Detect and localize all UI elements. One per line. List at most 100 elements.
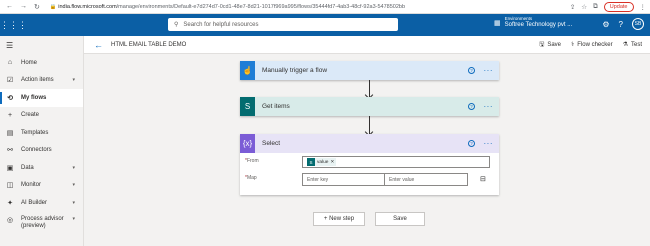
test-command[interactable]: ⚗ Test (623, 40, 642, 50)
nav-label: AI Builder (21, 199, 48, 206)
my-flows-icon: ⟲ (7, 94, 13, 102)
back-icon[interactable]: ← (6, 3, 13, 11)
map-value-input[interactable]: Enter value (385, 173, 468, 186)
url-path: /manage/environments/Default-e7d274d7-0c… (116, 3, 406, 10)
sharepoint-token-icon: S (307, 158, 315, 166)
header-icons: ⚙ ? SB (602, 18, 644, 30)
ai-builder-icon: ✦ (7, 199, 13, 207)
step-card-select[interactable]: {x} Select ? ··· * From S value ✕ * Map … (240, 134, 499, 195)
map-label-row: * Map (245, 175, 257, 181)
nav-label: Process advisor (preview) (21, 215, 64, 229)
help-icon[interactable]: ? (468, 67, 475, 74)
nav-item-action-items[interactable]: ☑ Action items ▾ (0, 72, 83, 90)
chevron-down-icon: ▾ (72, 199, 75, 206)
save-button[interactable]: Save (375, 212, 425, 226)
from-label: From (246, 158, 259, 164)
browser-nav: ← → ↻ (6, 3, 40, 11)
flow-checker-command[interactable]: ⚕ Flow checker (571, 40, 613, 50)
new-step-button[interactable]: + New step (313, 212, 365, 226)
star-icon[interactable]: ☆ (581, 3, 587, 11)
help-icon[interactable]: ? (468, 140, 475, 147)
back-arrow-icon[interactable]: ← (94, 40, 103, 50)
more-options-icon[interactable]: ··· (484, 139, 494, 148)
environment-picker[interactable]: ▦ Environments Softree Technology pvt ..… (494, 16, 572, 29)
hamburger-icon[interactable]: ☰ (0, 36, 83, 54)
save-icon: 🖫 (539, 41, 545, 48)
app-launcher-icon[interactable]: ⋮⋮⋮ (0, 20, 27, 31)
touch-trigger-icon: ☝ (240, 61, 255, 80)
step-title: Manually trigger a flow (262, 67, 328, 74)
search-placeholder: Search for helpful resources (183, 21, 259, 28)
help-icon[interactable]: ? (619, 20, 623, 29)
data-operation-icon: {x} (240, 134, 255, 153)
switch-map-mode-icon[interactable]: ⊟ (480, 175, 486, 183)
dynamic-content-token[interactable]: S value ✕ (307, 158, 337, 166)
browser-actions: ⇪ ☆ ⧉ Update ⋮ (570, 1, 647, 12)
step-header[interactable]: ☝ Manually trigger a flow ? ··· (240, 61, 499, 80)
avatar[interactable]: SB (632, 18, 644, 30)
step-card-trigger[interactable]: ☝ Manually trigger a flow ? ··· (240, 61, 499, 80)
nav-label: My flows (21, 94, 47, 101)
chevron-down-icon: ▾ (72, 77, 75, 84)
command-actions: 🖫 Save ⚕ Flow checker ⚗ Test (539, 40, 642, 50)
help-icon[interactable]: ? (468, 103, 475, 110)
flow-title: HTML EMAIL TABLE DEMO (111, 41, 187, 48)
connectors-icon: ⚯ (7, 147, 13, 155)
nav-item-templates[interactable]: ▤ Templates (0, 124, 83, 142)
more-options-icon[interactable]: ··· (484, 102, 494, 111)
plus-icon: + (7, 111, 13, 119)
share-icon[interactable]: ⇪ (570, 3, 575, 11)
app-header: ⋮⋮⋮ ⚲ Search for helpful resources ▦ Env… (0, 14, 650, 36)
map-key-input[interactable]: Enter key (302, 173, 385, 186)
templates-icon: ▤ (6, 129, 14, 137)
more-options-icon[interactable]: ··· (484, 66, 494, 75)
browser-menu-icon[interactable]: ⋮ (640, 3, 647, 11)
nav-label: Templates (21, 129, 49, 136)
chevron-down-icon: ▾ (72, 164, 75, 171)
command-bar: ← HTML EMAIL TABLE DEMO 🖫 Save ⚕ Flow ch… (84, 36, 650, 54)
nav-label: Home (21, 59, 38, 66)
nav-item-connectors[interactable]: ⚯ Connectors (0, 142, 83, 160)
forward-icon[interactable]: → (20, 3, 27, 11)
step-header[interactable]: {x} Select ? ··· (240, 134, 499, 153)
nav-item-ai-builder[interactable]: ✦ AI Builder ▾ (0, 194, 83, 212)
reload-icon[interactable]: ↻ (34, 3, 40, 11)
nav-item-home[interactable]: ⌂ Home (0, 54, 83, 72)
settings-icon[interactable]: ⚙ (602, 20, 609, 29)
nav-item-create[interactable]: + Create (0, 107, 83, 125)
step-title: Get items (262, 103, 290, 110)
chevron-down-icon: ▾ (72, 215, 75, 222)
from-input[interactable]: S value ✕ (302, 156, 490, 168)
nav-item-my-flows[interactable]: ⟲ My flows (0, 89, 83, 107)
remove-token-icon[interactable]: ✕ (330, 159, 336, 165)
update-button[interactable]: Update (603, 1, 634, 12)
save-command[interactable]: 🖫 Save (539, 40, 561, 50)
nav-label: Create (21, 112, 40, 119)
connector-arrow (369, 80, 370, 97)
from-label-row: * From (245, 158, 259, 164)
save-command-label: Save (547, 41, 561, 48)
environment-value: Softree Technology pvt ... (504, 22, 573, 28)
flow-canvas: ☝ Manually trigger a flow ? ··· S Get it… (84, 54, 650, 246)
url-host: india.flow.microsoft.com (58, 3, 117, 10)
data-icon: ▣ (6, 164, 14, 172)
nav-item-process-advisor[interactable]: ◎ Process advisor (preview) ▾ (0, 212, 83, 236)
home-icon: ⌂ (7, 59, 13, 67)
browser-bar: ← → ↻ 🔒 india.flow.microsoft.com/manage/… (0, 0, 650, 14)
flask-icon: ⚗ (622, 42, 628, 48)
step-card-get-items[interactable]: S Get items ? ··· (240, 97, 499, 116)
sharepoint-icon: S (240, 97, 255, 116)
chevron-down-icon: ▾ (72, 182, 75, 189)
nav-label: Data (21, 164, 34, 171)
step-header[interactable]: S Get items ? ··· (240, 97, 499, 116)
search-icon: ⚲ (174, 22, 179, 28)
nav-item-monitor[interactable]: ◫ Monitor ▾ (0, 177, 83, 195)
extensions-icon[interactable]: ⧉ (593, 3, 598, 11)
nav-item-data[interactable]: ▣ Data ▾ (0, 159, 83, 177)
address-bar[interactable]: 🔒 india.flow.microsoft.com/manage/enviro… (50, 4, 530, 10)
left-nav: ☰ ⌂ Home ☑ Action items ▾ ⟲ My flows + C… (0, 36, 84, 246)
step-title: Select (262, 140, 281, 147)
map-label: Map (246, 175, 257, 181)
nav-label: Connectors (21, 147, 52, 154)
search-box[interactable]: ⚲ Search for helpful resources (168, 18, 398, 31)
